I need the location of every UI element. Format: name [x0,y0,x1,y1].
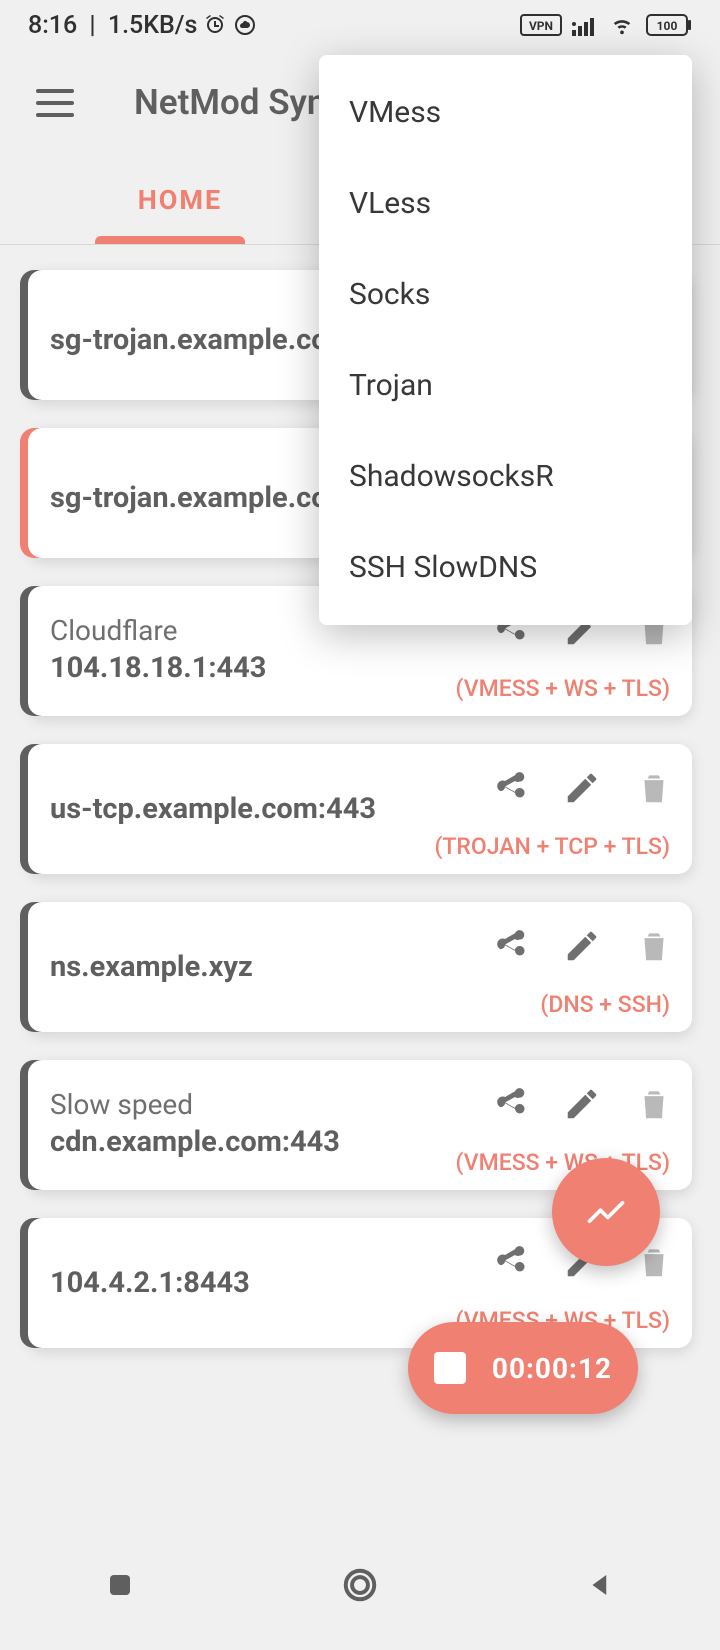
delete-icon[interactable] [634,926,674,966]
signal-icon [572,14,598,36]
battery-text: 100 [657,19,678,33]
nav-back[interactable] [576,1561,624,1609]
share-icon[interactable] [490,926,530,966]
edit-icon[interactable] [562,768,602,808]
battery-icon: 100 [646,14,692,36]
wifi-icon [608,14,636,36]
menu-item-trojan[interactable]: Trojan [319,340,692,431]
share-icon[interactable] [490,768,530,808]
edit-icon[interactable] [562,926,602,966]
connection-timer: 00:00:12 [492,1352,612,1385]
menu-item-shadowsocksr[interactable]: ShadowsocksR [319,431,692,522]
status-bar: 8:16 | 1.5KB/s VPN 100 [0,0,720,50]
connection-fab[interactable]: 00:00:12 [408,1322,638,1414]
edit-icon[interactable] [562,1084,602,1124]
server-protocol: (TROJAN + TCP + TLS) [434,833,670,860]
android-nav-bar [0,1520,720,1650]
delete-icon[interactable] [634,768,674,808]
server-protocol: (DNS + SSH) [540,991,670,1018]
delete-icon[interactable] [634,1084,674,1124]
tab-home[interactable]: HOME [0,184,360,216]
svg-text:VPN: VPN [529,19,553,33]
alarm-icon [203,13,227,37]
app-title: NetMod Syna [134,82,345,123]
menu-item-vless[interactable]: VLess [319,158,692,249]
server-host: sg-trojan.example.com [50,481,353,515]
vpn-icon: VPN [520,14,562,36]
status-rate: 1.5KB/s [108,11,198,40]
nav-recent[interactable] [96,1561,144,1609]
protocol-menu: VMess VLess Socks Trojan ShadowsocksR SS… [319,55,692,625]
server-protocol: (VMESS + WS + TLS) [456,675,670,702]
server-host: sg-trojan.example.com [50,323,353,357]
weather-icon [233,13,257,37]
menu-item-socks[interactable]: Socks [319,249,692,340]
menu-item-ssh-slowdns[interactable]: SSH SlowDNS [319,522,692,613]
server-card[interactable]: ns.example.xyz (DNS + SSH) [28,902,692,1032]
share-icon[interactable] [490,1242,530,1282]
status-divider: | [83,11,102,40]
share-icon[interactable] [490,1084,530,1124]
stop-icon [434,1352,466,1384]
status-time: 8:16 [28,11,77,40]
tab-indicator [95,236,245,244]
menu-item-vmess[interactable]: VMess [319,67,692,158]
nav-home[interactable] [336,1561,384,1609]
server-card[interactable]: us-tcp.example.com:443 (TROJAN + TCP + T… [28,744,692,874]
stats-fab[interactable] [552,1158,660,1266]
menu-button[interactable] [36,89,74,117]
